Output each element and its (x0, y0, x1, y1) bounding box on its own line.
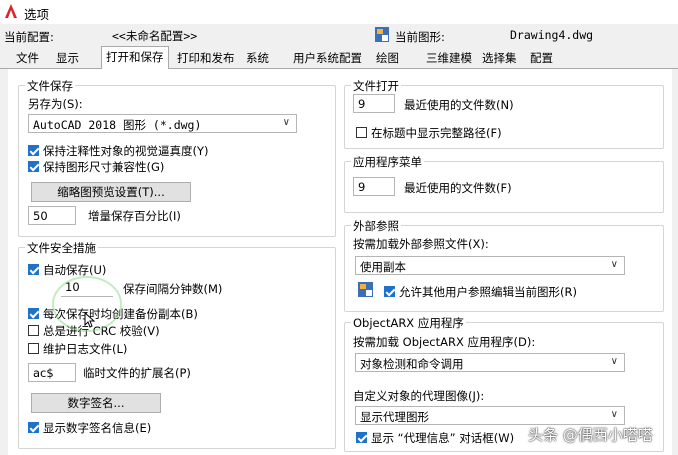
tab-display[interactable]: 显示 (56, 50, 79, 66)
chevron-down-icon: ∨ (610, 409, 618, 420)
keep-visual-fidelity-checkbox[interactable] (28, 145, 39, 156)
recent-files-label: 最近使用的文件数(N) (404, 98, 514, 112)
crc-check-checkbox[interactable] (28, 325, 39, 336)
profile-value: <<未命名配置>> (112, 29, 198, 43)
temp-extension-value: ac$ (33, 366, 54, 380)
chevron-down-icon: ∨ (610, 356, 618, 367)
recent-files-value: 9 (358, 97, 366, 111)
tab-user-preferences[interactable]: 用户系统配置 (293, 50, 362, 66)
proxy-images-select[interactable]: 显示代理图形 ∨ (355, 406, 625, 425)
objectarx-title: ObjectARX 应用程序 (351, 315, 466, 331)
arx-demand-load-value: 对象检测和命令调用 (360, 357, 464, 371)
watermark-text: 头条 @偶西小嗒嗒 (528, 426, 653, 444)
log-file-checkbox[interactable] (28, 343, 39, 354)
digital-signature-button[interactable]: 数字签名... (31, 393, 161, 413)
show-signature-label: 显示数字签名信息(E) (43, 421, 152, 435)
app-menu-title: 应用程序菜单 (351, 154, 424, 170)
keep-drawing-size-checkbox[interactable] (28, 161, 39, 172)
file-safety-title: 文件安全措施 (25, 240, 98, 256)
proxy-images-label: 自定义对象的代理图像(J): (353, 389, 485, 403)
proxy-images-value: 显示代理图形 (360, 410, 429, 424)
tab-drafting[interactable]: 绘图 (376, 50, 399, 66)
drawing-label: 当前图形: (395, 30, 445, 44)
temp-extension-label: 临时文件的扩展名(P) (83, 366, 191, 380)
chevron-down-icon: ∨ (282, 117, 290, 128)
tab-open-save[interactable]: 打开和保存 (101, 46, 169, 70)
incremental-save-value: 50 (33, 209, 48, 223)
app-recent-files-value: 9 (358, 180, 366, 194)
profile-label: 当前配置: (4, 30, 54, 44)
file-open-title: 文件打开 (351, 78, 401, 94)
show-signature-checkbox[interactable] (28, 422, 39, 433)
xref-demand-load-label: 按需加载外部参照文件(X): (353, 237, 489, 251)
arx-demand-load-select[interactable]: 对象检测和命令调用 ∨ (355, 353, 625, 372)
tab-file[interactable]: 文件 (16, 50, 39, 66)
app-recent-files-input[interactable]: 9 (353, 177, 395, 196)
xref-demand-load-value: 使用副本 (360, 260, 406, 274)
allow-xref-edit-checkbox[interactable] (384, 286, 395, 297)
arx-demand-load-label: 按需加载 ObjectARX 应用程序(D): (353, 335, 536, 349)
full-path-checkbox[interactable] (356, 127, 367, 138)
tab-selection[interactable]: 选择集 (482, 50, 517, 66)
incremental-save-label: 增量保存百分比(I) (88, 209, 181, 223)
xref-title: 外部参照 (351, 218, 401, 234)
recent-files-input[interactable]: 9 (353, 94, 395, 113)
mouse-cursor-icon (84, 312, 96, 328)
save-as-value: AutoCAD 2018 图形 (*.dwg) (33, 118, 202, 132)
window-title: 选项 (24, 7, 50, 22)
tab-3d-modeling[interactable]: 三维建模 (426, 50, 472, 66)
show-proxy-dialog-checkbox[interactable] (356, 432, 367, 443)
thumbnail-settings-button[interactable]: 缩略图预览设置(T)... (31, 182, 191, 202)
autosave-label: 自动保存(U) (43, 263, 107, 277)
tab-bar: 文件 显示 打开和保存 打印和发布 系统 用户系统配置 绘图 三维建模 选择集 … (0, 46, 678, 70)
drawing-value: Drawing4.dwg (510, 28, 594, 42)
title-bar: 选项 (0, 0, 678, 24)
temp-extension-input[interactable]: ac$ (28, 363, 76, 382)
tab-profiles[interactable]: 配置 (530, 50, 553, 66)
show-proxy-dialog-label: 显示 “代理信息” 对话框(W) (371, 431, 515, 445)
app-recent-files-label: 最近使用的文件数(F) (404, 181, 512, 195)
allow-xref-edit-label: 允许其他用户参照编辑当前图形(R) (399, 285, 577, 299)
tab-plot-publish[interactable]: 打印和发布 (177, 50, 235, 66)
save-as-select[interactable]: AutoCAD 2018 图形 (*.dwg) ∨ (28, 114, 297, 133)
tab-system[interactable]: 系统 (246, 50, 269, 66)
file-save-title: 文件保存 (25, 78, 75, 94)
autocad-logo-icon (5, 4, 17, 18)
keep-visual-fidelity-label: 保持注释性对象的视觉逼真度(Y) (43, 144, 209, 158)
autosave-checkbox[interactable] (28, 264, 39, 275)
full-path-label: 在标题中显示完整路径(F) (371, 126, 502, 140)
log-file-label: 维护日志文件(L) (43, 342, 128, 356)
incremental-save-input[interactable]: 50 (28, 206, 76, 225)
drawing-icon (375, 27, 389, 42)
xref-demand-load-select[interactable]: 使用副本 ∨ (355, 256, 625, 275)
autosave-interval-label: 保存间隔分钟数(M) (123, 282, 223, 296)
chevron-down-icon: ∨ (610, 259, 618, 270)
save-as-label: 另存为(S): (28, 97, 83, 111)
drawing-icon (358, 282, 373, 297)
create-backup-checkbox[interactable] (28, 308, 39, 319)
keep-drawing-size-label: 保持图形尺寸兼容性(G) (43, 160, 165, 174)
